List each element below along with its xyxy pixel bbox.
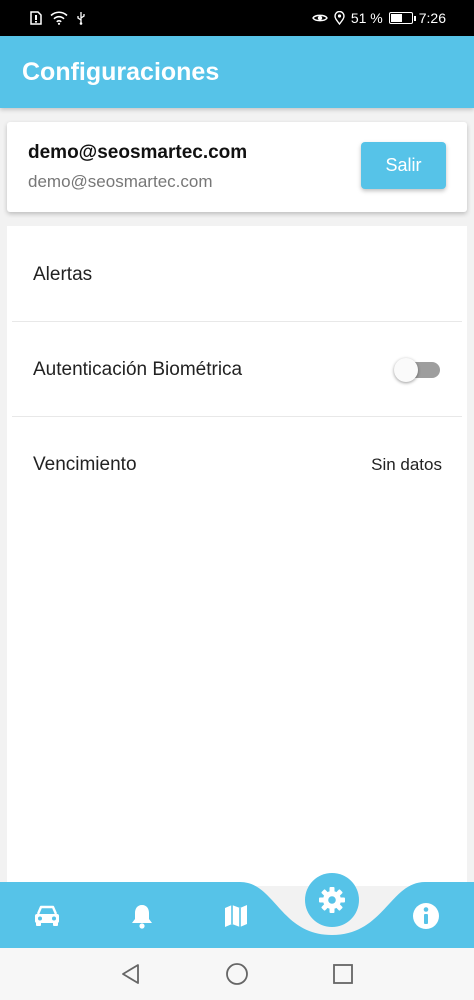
gear-icon xyxy=(319,887,345,913)
battery-level xyxy=(390,14,402,22)
nav-settings[interactable] xyxy=(305,873,359,927)
status-bar: 51 % 7:26 xyxy=(0,0,474,36)
map-icon xyxy=(225,905,247,927)
biometric-toggle[interactable] xyxy=(394,356,442,384)
clock: 7:26 xyxy=(418,10,446,26)
nav-alerts[interactable] xyxy=(124,898,160,934)
settings-row-biometric: Autenticación Biométrica xyxy=(12,323,462,417)
expiry-value: Sin datos xyxy=(371,455,442,474)
nav-car[interactable] xyxy=(29,898,65,934)
back-button[interactable] xyxy=(118,961,144,987)
nav-info[interactable] xyxy=(408,898,444,934)
page-title: Configuraciones xyxy=(22,57,220,86)
eye-icon xyxy=(312,12,328,24)
battery-percent: 51 % xyxy=(350,10,383,26)
wifi-icon xyxy=(50,11,68,25)
settings-row-expiry: Vencimiento Sin datos xyxy=(12,418,462,512)
system-nav-bar xyxy=(0,948,474,1000)
expiry-label: Vencimiento xyxy=(33,454,137,475)
back-triangle-icon xyxy=(122,964,139,984)
settings-list: Alertas Autenticación Biométrica Vencimi… xyxy=(7,226,467,886)
home-circle-icon xyxy=(226,963,248,985)
recents-button[interactable] xyxy=(330,961,356,987)
recents-square-icon xyxy=(333,964,353,984)
battery-icon xyxy=(388,12,416,24)
car-icon xyxy=(35,905,59,926)
location-icon xyxy=(334,11,345,25)
toggle-thumb xyxy=(394,357,418,382)
bottom-nav xyxy=(0,873,474,948)
biometric-label: Autenticación Biométrica xyxy=(33,358,243,380)
status-left-icons xyxy=(30,11,86,25)
app-bar: Configuraciones xyxy=(0,36,474,108)
usb-icon xyxy=(76,11,86,25)
logout-button[interactable]: Salir xyxy=(361,142,446,189)
sim-alert-icon xyxy=(30,11,42,25)
bell-icon xyxy=(132,905,152,929)
info-icon xyxy=(413,903,439,929)
status-right-icons: 51 % 7:26 xyxy=(312,10,446,26)
home-button[interactable] xyxy=(224,961,250,987)
account-card: demo@seosmartec.com demo@seosmartec.com … xyxy=(7,122,467,212)
alerts-label: Alertas xyxy=(33,263,93,285)
settings-row-alerts[interactable]: Alertas xyxy=(12,228,462,322)
nav-map[interactable] xyxy=(218,898,254,934)
